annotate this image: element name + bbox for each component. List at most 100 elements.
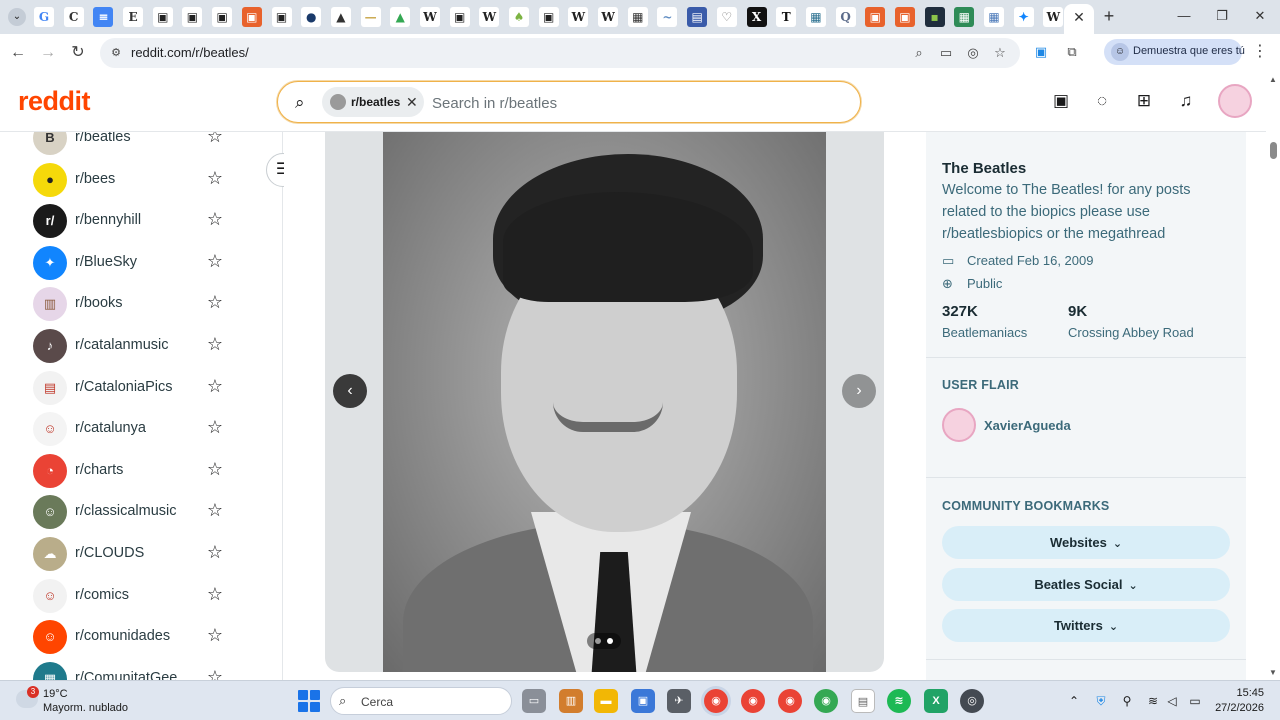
excel-icon[interactable]: X: [924, 689, 948, 713]
task-view-icon[interactable]: ▭: [522, 689, 546, 713]
defender-icon[interactable]: ⛨: [1092, 692, 1110, 710]
post-image-gallery[interactable]: ‹ ›: [325, 132, 884, 672]
favorite-star-icon[interactable]: ☆: [205, 168, 225, 188]
extensions-puzzle-icon[interactable]: ⧉: [1063, 43, 1081, 61]
back-icon[interactable]: ←: [8, 43, 28, 63]
sidebar-item[interactable]: ▥ r/books ☆: [0, 282, 282, 324]
close-window-icon[interactable]: ✕: [1250, 6, 1270, 26]
store-icon[interactable]: ▣: [631, 689, 655, 713]
app-icon[interactable]: ✈: [667, 689, 691, 713]
search-community-chip[interactable]: r/beatles ✕: [322, 87, 424, 117]
sidebar-item[interactable]: ☁ r/CLOUDS ☆: [0, 532, 282, 574]
favorite-star-icon[interactable]: ☆: [205, 500, 225, 520]
search-input[interactable]: [432, 93, 832, 113]
sidebar-item[interactable]: ▦ r/ComunitatGee ☆: [0, 657, 282, 680]
notifications-bell-icon[interactable]: ♫: [1174, 89, 1198, 113]
microphone-icon[interactable]: ⚲: [1118, 692, 1136, 710]
map-icon[interactable]: ▦: [984, 7, 1004, 27]
new-tab-icon[interactable]: +: [1099, 6, 1119, 26]
scroll-up-icon[interactable]: ▲: [1269, 75, 1277, 84]
flair-username[interactable]: XavierAgueda: [984, 418, 1071, 433]
favorite-star-icon[interactable]: ☆: [205, 132, 225, 146]
favorite-star-icon[interactable]: ☆: [205, 625, 225, 645]
q-icon[interactable]: Q: [835, 7, 856, 27]
forward-icon[interactable]: →: [38, 43, 58, 63]
sidebar-item[interactable]: ♪ r/catalanmusic ☆: [0, 324, 282, 366]
chip-close-icon[interactable]: ✕: [406, 93, 420, 111]
e-icon[interactable]: E: [123, 7, 144, 27]
sheet-icon[interactable]: ▦: [954, 7, 975, 27]
wave-icon[interactable]: ~: [657, 7, 678, 27]
post-photo[interactable]: [383, 132, 826, 672]
taskbar-search[interactable]: ⌕ Cerca: [330, 687, 512, 715]
wikipedia-icon[interactable]: W: [479, 7, 500, 27]
gallery-prev-icon[interactable]: ‹: [333, 374, 367, 408]
gallery-next-icon[interactable]: ›: [842, 374, 876, 408]
favorite-star-icon[interactable]: ☆: [205, 584, 225, 604]
user-avatar[interactable]: [1218, 84, 1252, 118]
wikipedia-icon[interactable]: W: [568, 7, 589, 27]
zoom-icon[interactable]: ⌕: [910, 44, 928, 62]
wifi-icon[interactable]: ≋: [1144, 692, 1162, 710]
books-app-icon[interactable]: ▥: [559, 689, 583, 713]
orange-icon[interactable]: ▣: [241, 7, 262, 27]
pagination-dot[interactable]: [595, 638, 601, 644]
clock-date[interactable]: 27/2/2026: [1214, 702, 1264, 714]
page-icon[interactable]: ▣: [449, 7, 470, 27]
browser-menu-icon[interactable]: ⋮: [1252, 42, 1268, 62]
favorite-star-icon[interactable]: ☆: [205, 376, 225, 396]
omnibox[interactable]: ⚙ reddit.com/r/beatles/ ⌕ ▭ ◎ ☆: [100, 38, 1020, 68]
clock-time[interactable]: 15:45: [1234, 687, 1264, 699]
bookmark-star-icon[interactable]: ☆: [991, 44, 1009, 62]
c-icon[interactable]: C: [63, 7, 84, 27]
favorite-star-icon[interactable]: ☆: [205, 459, 225, 479]
weather-description[interactable]: Mayorm. nublado: [43, 702, 128, 714]
favorite-star-icon[interactable]: ☆: [205, 542, 225, 562]
create-post-icon[interactable]: ⊞: [1132, 89, 1156, 113]
heart-icon[interactable]: ♡: [716, 7, 737, 27]
favorite-star-icon[interactable]: ☆: [205, 667, 225, 680]
battery-icon[interactable]: ▭: [1186, 692, 1204, 710]
page-icon[interactable]: ▣: [271, 7, 292, 27]
dark-icon[interactable]: ▪: [924, 7, 945, 27]
favorite-star-icon[interactable]: ☆: [205, 251, 225, 271]
page-icon[interactable]: ▣: [212, 7, 233, 27]
reload-icon[interactable]: ↻: [68, 43, 88, 63]
favorite-star-icon[interactable]: ☆: [205, 417, 225, 437]
drive-icon[interactable]: ▲: [390, 7, 411, 27]
extension-m-icon[interactable]: ▣: [1032, 43, 1050, 61]
volume-icon[interactable]: ◁: [1163, 692, 1181, 710]
leaf-icon[interactable]: ♠: [509, 7, 529, 27]
sidebar-item[interactable]: ▤ r/CataloniaPics ☆: [0, 366, 282, 408]
x-icon[interactable]: X: [746, 7, 767, 27]
orange-icon[interactable]: ▣: [865, 7, 886, 27]
favorite-star-icon[interactable]: ☆: [205, 209, 225, 229]
page-icon[interactable]: ▣: [538, 7, 559, 27]
advertise-icon[interactable]: ▣: [1049, 89, 1073, 113]
google-icon[interactable]: G: [34, 7, 54, 27]
chat-icon[interactable]: ◌: [1090, 89, 1114, 113]
scrollbar-thumb[interactable]: [1270, 142, 1277, 159]
sidebar-item[interactable]: ● r/bees ☆: [0, 158, 282, 200]
bookmark-twitters-button[interactable]: Twitters ⌄: [942, 609, 1230, 642]
tab-search-menu-icon[interactable]: ⌄: [8, 8, 26, 26]
start-windows-icon[interactable]: [298, 690, 320, 712]
sidebar-item[interactable]: r/r/bennyhill ☆: [0, 199, 282, 241]
picture-icon[interactable]: ▦: [627, 7, 648, 27]
sidebar-item[interactable]: ☺ r/comunidades ☆: [0, 615, 282, 657]
sidebar-item[interactable]: ☺ r/classicalmusic ☆: [0, 490, 282, 532]
sidebar-item[interactable]: ☺ r/comics ☆: [0, 574, 282, 616]
dash-icon[interactable]: —: [360, 7, 381, 27]
tracking-blocked-icon[interactable]: ◎: [964, 44, 982, 62]
wikipedia-icon[interactable]: W: [598, 7, 619, 27]
profile-button[interactable]: ☺ Demuestra que eres tú: [1104, 39, 1245, 65]
url-text[interactable]: reddit.com/r/beatles/: [131, 45, 249, 60]
sidebar-item[interactable]: ◔ r/charts ☆: [0, 449, 282, 491]
search-bar[interactable]: ⌕ r/beatles ✕: [277, 81, 861, 123]
active-tab-close-icon[interactable]: ✕: [1064, 4, 1094, 34]
temple-icon[interactable]: ▲: [330, 7, 351, 27]
minimize-window-icon[interactable]: —: [1174, 6, 1194, 26]
page-scrollbar[interactable]: ▲ ▼: [1266, 72, 1280, 680]
chrome-icon[interactable]: ◉: [778, 689, 802, 713]
sidebar-item[interactable]: ☺ r/catalunya ☆: [0, 407, 282, 449]
